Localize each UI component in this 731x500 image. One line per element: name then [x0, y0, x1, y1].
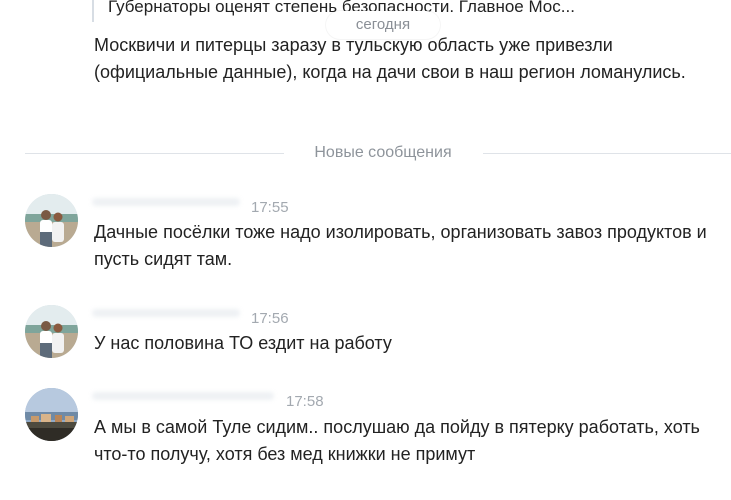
divider-line-right — [483, 153, 731, 154]
message-text: А мы в самой Туле сидим.. послушаю да по… — [94, 417, 700, 464]
message-time[interactable]: 17:56 — [251, 310, 289, 328]
message-time[interactable]: 17:58 — [286, 393, 324, 411]
avatar-photo-couple — [25, 194, 78, 247]
message-text: Дачные посёлки тоже надо изолировать, ор… — [94, 222, 707, 269]
message-time[interactable]: 17:55 — [251, 199, 289, 217]
message-text: Москвичи и питерцы заразу в тульскую обл… — [94, 35, 686, 82]
avatar-photo-landscape — [25, 388, 78, 441]
author-name[interactable] — [92, 392, 274, 400]
divider-line-left — [25, 153, 284, 154]
avatar[interactable] — [25, 305, 78, 358]
avatar[interactable] — [25, 194, 78, 247]
new-messages-label: Новые сообщения — [314, 144, 452, 161]
author-name[interactable] — [92, 198, 240, 206]
avatar[interactable] — [25, 388, 78, 441]
avatar-photo-couple — [25, 305, 78, 358]
message-text: У нас половина ТО ездит на работу — [94, 333, 392, 353]
author-name[interactable] — [92, 309, 240, 317]
